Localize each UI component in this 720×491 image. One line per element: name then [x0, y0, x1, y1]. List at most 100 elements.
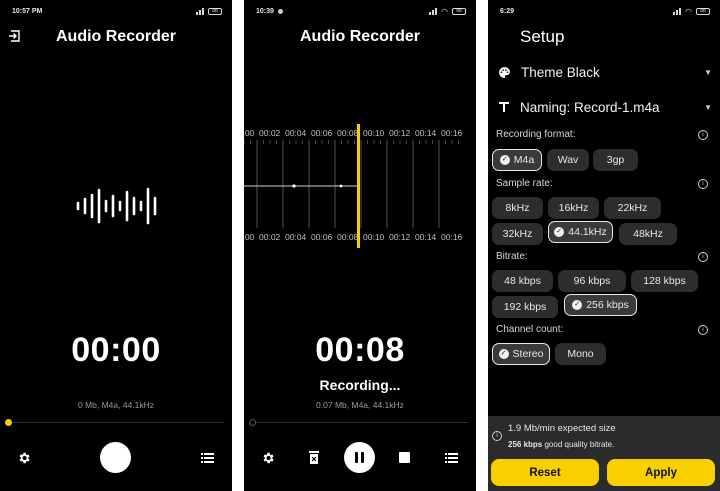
chip-label: 48kHz [633, 228, 663, 240]
chip-label: 8kHz [505, 202, 530, 214]
option-chip[interactable]: 96 kbps [558, 270, 626, 292]
recording-info: 0 Mb, M4a, 44.1kHz [77, 400, 155, 410]
timeline-tick-label: 00:04 [285, 232, 307, 242]
battery-icon: 88 [452, 7, 466, 15]
recording-timeline[interactable]: 00:00 00:00 00:02 00:02 00:04 00:04 00:06 00:06… [244, 124, 476, 248]
chip-label: 128 kbps [643, 275, 686, 287]
chip-label: 32kHz [502, 228, 533, 240]
option-chip[interactable]: 22kHz [604, 197, 661, 219]
apply-button[interactable]: Apply [607, 459, 715, 486]
option-chip[interactable]: 8kHz [492, 197, 543, 219]
recording-format-label: Recording format: [496, 129, 576, 140]
bitrate-info-text: good quality bitrate. [542, 440, 615, 449]
bitrate-info: 256 kbps good quality bitrate. [508, 440, 614, 449]
recorder-recording-screen: 10:39 ◠ 88 Audio Recorder 00:0000:0000:0… [244, 0, 476, 491]
status-bar: 10:39 ◠ 88 [256, 5, 466, 17]
chip-label: 48 kbps [504, 275, 541, 287]
settings-icon[interactable] [17, 451, 31, 465]
chip-label: 44.1kHz [568, 226, 607, 238]
list-icon[interactable] [201, 452, 214, 464]
check-icon: ✓ [498, 349, 509, 359]
info-icon[interactable]: i [698, 179, 708, 189]
timeline-tick-label: 00:10 [363, 128, 385, 138]
progress-thumb[interactable] [5, 419, 12, 426]
delete-icon[interactable] [308, 450, 320, 465]
size-info: 1.9 Mb/min expected size [508, 423, 616, 434]
info-icon: i [492, 431, 502, 441]
naming-selector[interactable]: Naming: Record-1.m4a ▼ [498, 97, 712, 117]
timeline-tick-label: 00:14 [415, 128, 437, 138]
record-button[interactable] [100, 442, 131, 473]
sample-rate-label: Sample rate: [496, 178, 553, 189]
timeline-tick-label: 00:06 [311, 128, 333, 138]
chip-label: Mono [567, 348, 594, 360]
option-chip[interactable]: 48 kbps [492, 270, 553, 292]
option-chip[interactable]: ✓ M4a [492, 149, 542, 171]
timeline-tick-label: 00:16 [441, 128, 463, 138]
option-chip[interactable]: Wav [547, 149, 589, 171]
list-icon[interactable] [445, 452, 458, 464]
page-title: Setup [520, 27, 565, 46]
channel-count-label: Channel count: [496, 324, 564, 335]
progress-track[interactable] [8, 422, 224, 423]
app-title: Audio Recorder [299, 28, 420, 45]
stop-icon[interactable] [399, 452, 410, 463]
timeline-tick-label: 00:00 [244, 128, 255, 138]
info-icon[interactable]: i [698, 130, 708, 140]
recording-info: 0.07 Mb, M4a, 44.1kHz [316, 400, 404, 410]
option-chip[interactable]: 3gp [593, 149, 638, 171]
signal-icon [673, 7, 682, 15]
chip-label: 256 kbps [586, 299, 629, 311]
progress-thumb[interactable] [249, 419, 256, 426]
timeline-tick-label: 00:08 [337, 232, 359, 242]
dropdown-arrow-icon: ▼ [704, 67, 712, 77]
timeline-tick-label: 00:02 [259, 128, 281, 138]
timeline-graph: 00:00 00:00 00:02 00:02 00:04 00:04 00:06 00:06… [244, 124, 463, 248]
text-format-icon [499, 102, 509, 112]
option-chip[interactable]: 192 kbps [492, 296, 558, 318]
status-time: 6:29 [500, 7, 515, 15]
signal-icon [196, 7, 204, 15]
timeline-tick-label: 00:06 [311, 232, 333, 242]
timeline-tick-label: 00:10 [363, 232, 385, 242]
timeline-tick-label: 00:00 [244, 232, 255, 242]
check-icon: ✓ [554, 227, 565, 237]
info-icon[interactable]: i [698, 325, 708, 335]
status-time: 10:39 [256, 7, 274, 15]
chip-label: Wav [557, 154, 579, 166]
option-chip[interactable]: ✓ 256 kbps [564, 294, 637, 316]
option-chip[interactable]: Mono [555, 343, 606, 365]
option-chip[interactable]: ✓ 44.1kHz [548, 221, 613, 243]
info-icon[interactable]: i [698, 252, 708, 262]
palette-icon [499, 66, 510, 78]
option-chip[interactable]: 48kHz [619, 223, 677, 245]
theme-label: Theme Black [521, 64, 600, 80]
status-time: 10:57 PM [12, 7, 43, 15]
chip-label: M4a [513, 154, 535, 166]
progress-track[interactable] [252, 422, 468, 423]
timeline-tick-label: 00:02 [259, 232, 281, 242]
waveform-peak [292, 184, 296, 188]
playhead[interactable] [357, 124, 360, 248]
option-chip[interactable]: ✓ Stereo [492, 343, 550, 365]
timeline-tick-label: 00:12 [389, 128, 411, 138]
battery-icon: 88 [696, 7, 710, 15]
status-bar: 10:57 PM 88 [12, 5, 222, 17]
option-chip[interactable]: 128 kbps [631, 270, 698, 292]
recording-status: Recording... [319, 377, 401, 393]
chip-label: 192 kbps [503, 301, 547, 313]
wifi-icon: ◠ [441, 6, 448, 16]
reset-button[interactable]: Reset [491, 459, 599, 486]
option-chip[interactable]: 16kHz [548, 197, 599, 219]
waveform-peak [339, 184, 343, 188]
theme-selector[interactable]: Theme Black ▼ [498, 62, 712, 82]
option-chip[interactable]: 32kHz [492, 223, 543, 245]
recorder-idle-screen: 10:57 PM 88 Audio Recorder 00:00 0 Mb, M… [0, 0, 232, 491]
setup-screen: 6:29 ◠ 88 Setup Theme Black ▼ Naming: Re… [488, 0, 720, 491]
check-icon: ✓ [572, 300, 583, 310]
pause-button[interactable] [344, 442, 375, 473]
status-bar: 6:29 ◠ 88 [500, 5, 710, 17]
timeline-tick-label: 00:04 [285, 128, 307, 138]
settings-icon[interactable] [261, 451, 275, 465]
app-title: Audio Recorder [55, 28, 176, 45]
